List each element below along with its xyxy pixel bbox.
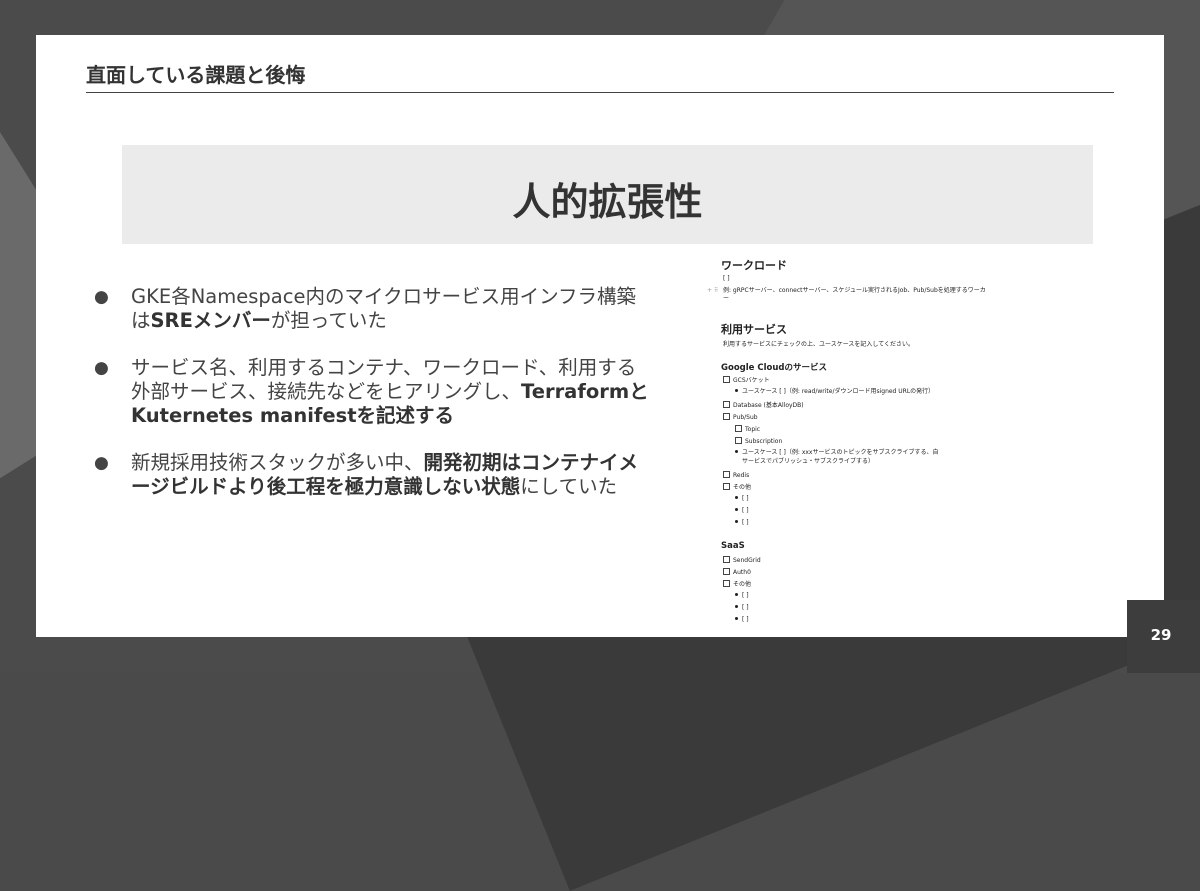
doc-checkbox-row: Subscription [735, 437, 782, 446]
checkbox-icon [723, 568, 730, 575]
checkbox-icon [735, 437, 742, 444]
slide-title: 直面している課題と後悔 [86, 63, 306, 87]
doc-checkbox-row: その他 [723, 483, 751, 492]
bullet-icon [735, 389, 738, 392]
bullet-icon [735, 617, 738, 620]
bullet-icon [735, 496, 738, 499]
doc-list-row: [ ] [735, 592, 749, 600]
bullet-item: ● サービス名、利用するコンテナ、ワークロード、利用する外部サービス、接続先などを… [92, 356, 652, 428]
bullet-icon [735, 520, 738, 523]
doc-checkbox-row: Redis [723, 471, 749, 480]
doc-list-row: [ ] [735, 495, 749, 503]
checkbox-icon [723, 413, 730, 420]
bullet-list: ● GKE各Namespace内のマイクロサービス用インフラ構築はSREメンバーが… [92, 285, 652, 522]
checkbox-icon [723, 556, 730, 563]
slide: 直面している課題と後悔 人的拡張性 ● GKE各Namespace内のマイクロサー… [36, 35, 1164, 637]
doc-text: サービスでパブリッシュ・サブスクライブする） [742, 458, 875, 465]
doc-heading-services: 利用サービス [721, 323, 787, 336]
bullet-dot-icon: ● [94, 358, 109, 378]
checkbox-icon [723, 471, 730, 478]
doc-checkbox-row: Auth0 [723, 568, 751, 577]
bullet-emphasis: SREメンバー [150, 309, 271, 332]
title-divider [86, 92, 1114, 93]
bullet-item: ● GKE各Namespace内のマイクロサービス用インフラ構築はSREメンバーが… [92, 285, 652, 333]
bullet-dot-icon: ● [94, 287, 109, 307]
bullet-icon [735, 593, 738, 596]
doc-checkbox-row: GCSバケット [723, 376, 770, 385]
bullet-dot-icon: ● [94, 453, 109, 473]
checkbox-icon [723, 483, 730, 490]
bullet-item: ● 新規採用技術スタックが多い中、開発初期はコンテナイメージビルドより後工程を極力… [92, 451, 652, 499]
drag-handle-icon: + ⠿ [707, 287, 719, 294]
doc-text: 例: gRPCサーバー、connectサーバー、スケジュール実行されるJob、P… [723, 287, 986, 294]
doc-checkbox-row: SendGrid [723, 556, 761, 565]
banner: 人的拡張性 [122, 145, 1093, 244]
bullet-icon [735, 605, 738, 608]
doc-list-row: [ ] [735, 519, 749, 527]
checkbox-icon [723, 401, 730, 408]
banner-heading: 人的拡張性 [512, 180, 703, 224]
checkbox-icon [723, 580, 730, 587]
checkbox-icon [723, 376, 730, 383]
doc-checkbox-row: その他 [723, 580, 751, 589]
bullet-text: 新規採用技術スタックが多い中、 [131, 451, 424, 474]
doc-checkbox-row: Pub/Sub [723, 413, 758, 422]
checkbox-icon [735, 425, 742, 432]
doc-subheading-saas: SaaS [721, 541, 745, 551]
bullet-text: が担っていた [270, 309, 387, 332]
page-number: 29 [1150, 626, 1172, 644]
doc-list-row: [ ] [735, 507, 749, 515]
bullet-text: にしていた [520, 475, 618, 498]
doc-bracket: [ ] [723, 275, 730, 282]
doc-checkbox-row: Topic [735, 425, 760, 434]
doc-text: 利用するサービスにチェックの上、ユースケースを記入してください。 [723, 341, 915, 348]
bullet-icon [735, 508, 738, 511]
doc-list-row: ユースケース [ ]（例: xxxサービスのトピックをサブスクライブする、自 [735, 449, 938, 457]
doc-list-row: ユースケース [ ]（例: read/write/ダウンロード用signed U… [735, 388, 934, 396]
bullet-icon [735, 450, 738, 453]
doc-list-row: [ ] [735, 616, 749, 624]
doc-text: ー [723, 295, 730, 302]
doc-checkbox-row: Database (基本AlloyDB) [723, 401, 804, 410]
doc-heading-workload: ワークロード [721, 259, 787, 272]
doc-list-row: [ ] [735, 604, 749, 612]
doc-subheading-gcloud: Google Cloudのサービス [721, 363, 828, 373]
